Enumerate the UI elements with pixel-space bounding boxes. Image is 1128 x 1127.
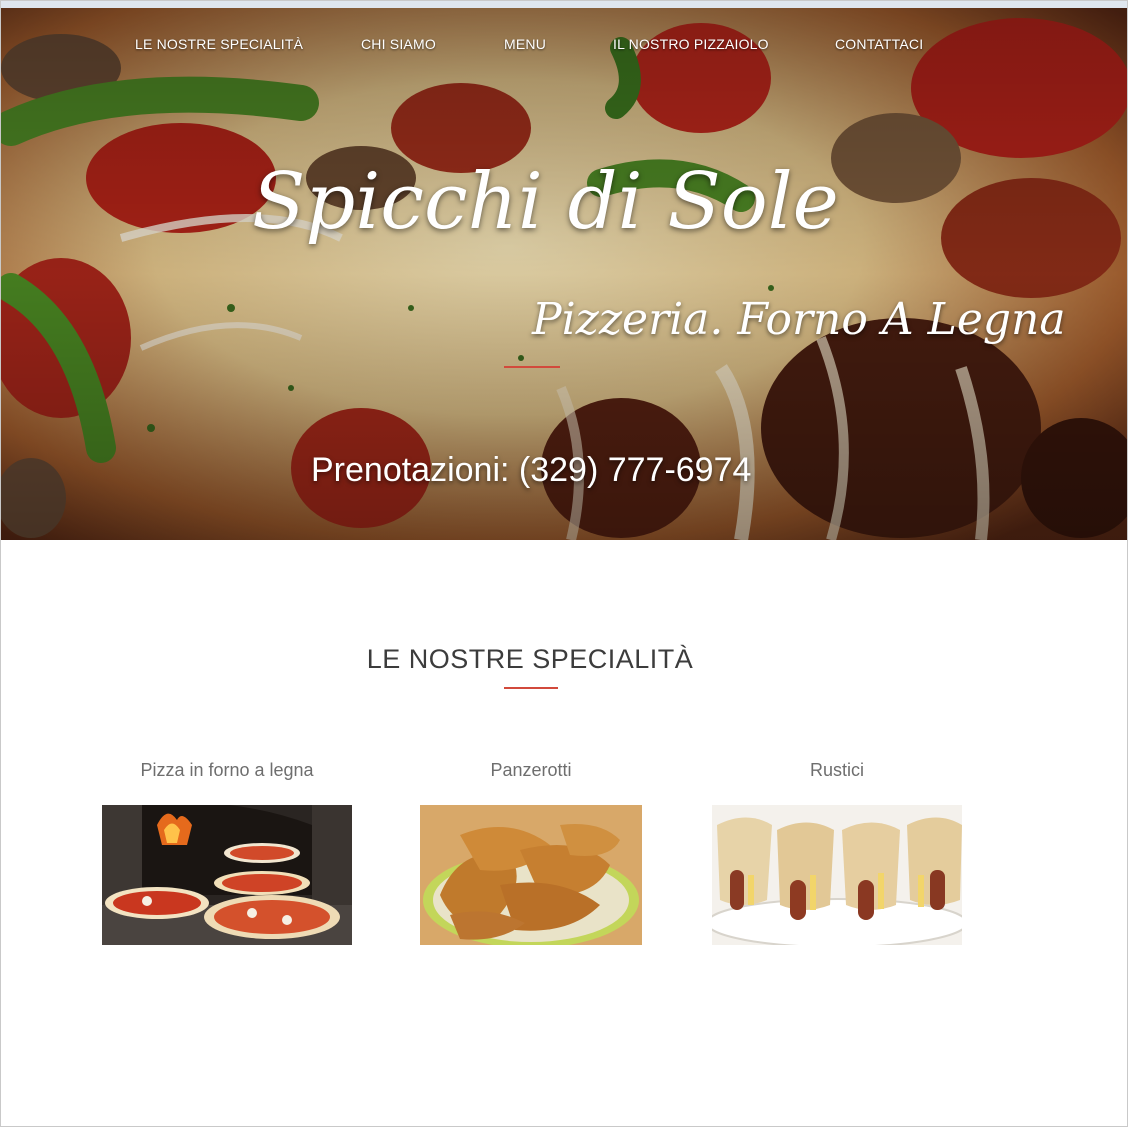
nav-link-about[interactable]: CHI SIAMO (361, 26, 436, 62)
nav-link-menu[interactable]: MENU (504, 26, 546, 62)
panzerotti-image[interactable] (420, 805, 642, 945)
panzerotti-photo (420, 805, 642, 945)
reservation-phone[interactable]: Prenotazioni: (329) 777-6974 (311, 448, 751, 492)
pizza-oven-image[interactable] (102, 805, 352, 945)
nav-link-contact[interactable]: CONTATTACI (835, 26, 923, 62)
specialty-label-pizza: Pizza in forno a legna (140, 760, 314, 780)
main-nav: LE NOSTRE SPECIALITÀ CHI SIAMO MENU IL N… (1, 26, 1127, 62)
specialties-heading: LE NOSTRE SPECIALITÀ (366, 644, 694, 674)
hero-subtitle: Pizzeria. Forno A Legna (532, 294, 1066, 345)
top-bar (0, 0, 1128, 8)
hero-title: Spicchi di Sole (252, 157, 839, 247)
specialties-divider (504, 687, 558, 689)
specialty-label-rustici: Rustici (809, 760, 864, 780)
hero-divider (504, 366, 560, 368)
rustici-photo (712, 805, 962, 945)
nav-link-specialties[interactable]: LE NOSTRE SPECIALITÀ (135, 26, 303, 62)
nav-link-pizzaiolo[interactable]: IL NOSTRO PIZZAIOLO (613, 26, 769, 62)
specialty-label-panzerotti: Panzerotti (490, 760, 572, 780)
pizza-oven-photo (102, 805, 352, 945)
rustici-image[interactable] (712, 805, 962, 945)
